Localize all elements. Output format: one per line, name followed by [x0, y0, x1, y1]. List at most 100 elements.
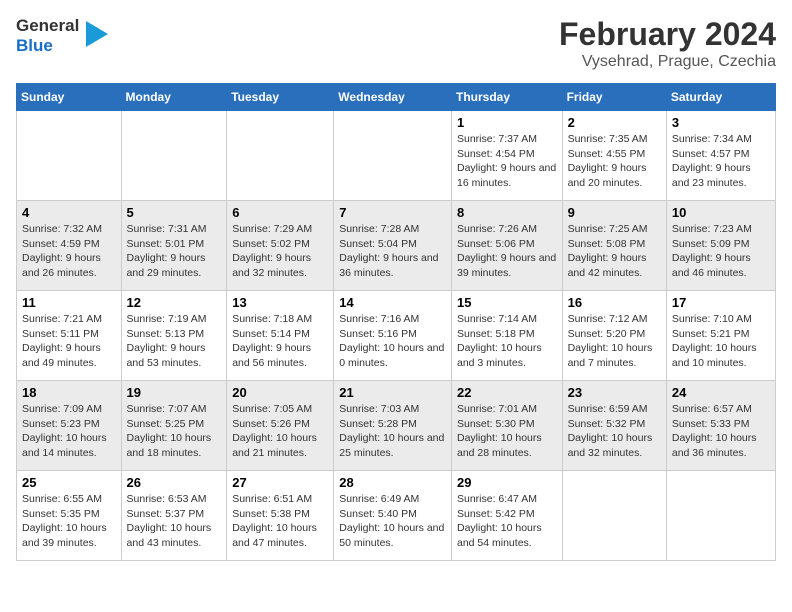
day-number: 27 [232, 475, 328, 490]
calendar-cell [17, 111, 122, 201]
calendar-cell: 22 Sunrise: 7:01 AMSunset: 5:30 PMDayligh… [451, 381, 562, 471]
calendar-week-row: 18 Sunrise: 7:09 AMSunset: 5:23 PMDayligh… [17, 381, 776, 471]
day-info: Sunrise: 6:49 AMSunset: 5:40 PMDaylight:… [339, 492, 446, 551]
day-info: Sunrise: 7:28 AMSunset: 5:04 PMDaylight:… [339, 222, 446, 281]
calendar-week-row: 25 Sunrise: 6:55 AMSunset: 5:35 PMDayligh… [17, 471, 776, 561]
day-info: Sunrise: 7:12 AMSunset: 5:20 PMDaylight:… [568, 312, 661, 371]
day-info: Sunrise: 7:05 AMSunset: 5:26 PMDaylight:… [232, 402, 328, 461]
calendar-cell: 29 Sunrise: 6:47 AMSunset: 5:42 PMDayligh… [451, 471, 562, 561]
day-number: 26 [127, 475, 222, 490]
logo-general: General [16, 16, 79, 36]
day-number: 20 [232, 385, 328, 400]
day-number: 18 [22, 385, 116, 400]
calendar-cell [334, 111, 452, 201]
day-info: Sunrise: 7:26 AMSunset: 5:06 PMDaylight:… [457, 222, 557, 281]
day-info: Sunrise: 7:03 AMSunset: 5:28 PMDaylight:… [339, 402, 446, 461]
day-info: Sunrise: 7:14 AMSunset: 5:18 PMDaylight:… [457, 312, 557, 371]
day-info: Sunrise: 7:01 AMSunset: 5:30 PMDaylight:… [457, 402, 557, 461]
day-info: Sunrise: 6:59 AMSunset: 5:32 PMDaylight:… [568, 402, 661, 461]
calendar-cell: 5Sunrise: 7:31 AMSunset: 5:01 PMDaylight… [121, 201, 227, 291]
day-number: 2 [568, 115, 661, 130]
page-subtitle: Vysehrad, Prague, Czechia [559, 53, 776, 71]
day-number: 5 [127, 205, 222, 220]
day-number: 1 [457, 115, 557, 130]
day-info: Sunrise: 7:25 AMSunset: 5:08 PMDaylight:… [568, 222, 661, 281]
calendar-cell [666, 471, 775, 561]
day-number: 10 [672, 205, 770, 220]
day-number: 3 [672, 115, 770, 130]
logo-arrow-icon [86, 21, 108, 47]
calendar-cell: 23 Sunrise: 6:59 AMSunset: 5:32 PMDayligh… [562, 381, 666, 471]
day-number: 23 [568, 385, 661, 400]
calendar-cell [562, 471, 666, 561]
calendar-table: SundayMondayTuesdayWednesdayThursdayFrid… [16, 83, 776, 561]
calendar-cell: 8 Sunrise: 7:26 AMSunset: 5:06 PMDaylight… [451, 201, 562, 291]
day-number: 13 [232, 295, 328, 310]
day-info: Sunrise: 7:07 AMSunset: 5:25 PMDaylight:… [127, 402, 222, 461]
day-number: 4 [22, 205, 116, 220]
calendar-cell: 14Sunrise: 7:16 AMSunset: 5:16 PMDayligh… [334, 291, 452, 381]
day-number: 8 [457, 205, 557, 220]
day-number: 14 [339, 295, 446, 310]
calendar-cell: 2 Sunrise: 7:35 AMSunset: 4:55 PMDaylight… [562, 111, 666, 201]
calendar-cell: 13 Sunrise: 7:18 AMSunset: 5:14 PMDayligh… [227, 291, 334, 381]
calendar-cell [121, 111, 227, 201]
calendar-week-row: 1 Sunrise: 7:37 AMSunset: 4:54 PMDaylight… [17, 111, 776, 201]
day-info: Sunrise: 7:09 AMSunset: 5:23 PMDaylight:… [22, 402, 116, 461]
day-info: Sunrise: 7:32 AMSunset: 4:59 PMDaylight:… [22, 222, 116, 281]
page-header: General Blue February 2024 Vysehrad, Pra… [16, 16, 776, 71]
day-number: 22 [457, 385, 557, 400]
day-number: 9 [568, 205, 661, 220]
calendar-cell: 4 Sunrise: 7:32 AMSunset: 4:59 PMDaylight… [17, 201, 122, 291]
weekday-header-cell: Monday [121, 84, 227, 111]
calendar-cell: 16 Sunrise: 7:12 AMSunset: 5:20 PMDayligh… [562, 291, 666, 381]
logo-blue: Blue [16, 36, 79, 56]
day-info: Sunrise: 7:35 AMSunset: 4:55 PMDaylight:… [568, 132, 661, 191]
calendar-cell: 19 Sunrise: 7:07 AMSunset: 5:25 PMDayligh… [121, 381, 227, 471]
weekday-header-cell: Sunday [17, 84, 122, 111]
calendar-cell: 18 Sunrise: 7:09 AMSunset: 5:23 PMDayligh… [17, 381, 122, 471]
calendar-cell: 3 Sunrise: 7:34 AMSunset: 4:57 PMDaylight… [666, 111, 775, 201]
day-info: Sunrise: 7:34 AMSunset: 4:57 PMDaylight:… [672, 132, 770, 191]
day-info: Sunrise: 7:18 AMSunset: 5:14 PMDaylight:… [232, 312, 328, 371]
weekday-header-cell: Friday [562, 84, 666, 111]
calendar-cell: 20 Sunrise: 7:05 AMSunset: 5:26 PMDayligh… [227, 381, 334, 471]
day-number: 16 [568, 295, 661, 310]
calendar-cell: 26Sunrise: 6:53 AMSunset: 5:37 PMDayligh… [121, 471, 227, 561]
day-info: Sunrise: 7:37 AMSunset: 4:54 PMDaylight:… [457, 132, 557, 191]
calendar-cell: 27Sunrise: 6:51 AMSunset: 5:38 PMDayligh… [227, 471, 334, 561]
title-block: February 2024 Vysehrad, Prague, Czechia [559, 16, 776, 71]
calendar-cell: 28 Sunrise: 6:49 AMSunset: 5:40 PMDayligh… [334, 471, 452, 561]
day-info: Sunrise: 6:57 AMSunset: 5:33 PMDaylight:… [672, 402, 770, 461]
logo: General Blue [16, 16, 108, 55]
day-number: 19 [127, 385, 222, 400]
calendar-week-row: 11Sunrise: 7:21 AMSunset: 5:11 PMDayligh… [17, 291, 776, 381]
day-number: 15 [457, 295, 557, 310]
day-number: 21 [339, 385, 446, 400]
calendar-cell [227, 111, 334, 201]
calendar-cell: 11Sunrise: 7:21 AMSunset: 5:11 PMDayligh… [17, 291, 122, 381]
calendar-cell: 9 Sunrise: 7:25 AMSunset: 5:08 PMDaylight… [562, 201, 666, 291]
day-info: Sunrise: 7:29 AMSunset: 5:02 PMDaylight:… [232, 222, 328, 281]
calendar-cell: 7 Sunrise: 7:28 AMSunset: 5:04 PMDaylight… [334, 201, 452, 291]
page-title: February 2024 [559, 16, 776, 53]
day-number: 17 [672, 295, 770, 310]
weekday-header-cell: Saturday [666, 84, 775, 111]
calendar-cell: 21 Sunrise: 7:03 AMSunset: 5:28 PMDayligh… [334, 381, 452, 471]
weekday-header-cell: Tuesday [227, 84, 334, 111]
day-info: Sunrise: 6:55 AMSunset: 5:35 PMDaylight:… [22, 492, 116, 551]
day-info: Sunrise: 6:47 AMSunset: 5:42 PMDaylight:… [457, 492, 557, 551]
weekday-header-cell: Thursday [451, 84, 562, 111]
day-number: 7 [339, 205, 446, 220]
day-info: Sunrise: 7:10 AMSunset: 5:21 PMDaylight:… [672, 312, 770, 371]
day-number: 6 [232, 205, 328, 220]
calendar-cell: 24Sunrise: 6:57 AMSunset: 5:33 PMDayligh… [666, 381, 775, 471]
day-info: Sunrise: 7:23 AMSunset: 5:09 PMDaylight:… [672, 222, 770, 281]
day-number: 28 [339, 475, 446, 490]
calendar-cell: 15 Sunrise: 7:14 AMSunset: 5:18 PMDayligh… [451, 291, 562, 381]
day-info: Sunrise: 7:21 AMSunset: 5:11 PMDaylight:… [22, 312, 116, 371]
day-number: 25 [22, 475, 116, 490]
day-number: 29 [457, 475, 557, 490]
calendar-cell: 25 Sunrise: 6:55 AMSunset: 5:35 PMDayligh… [17, 471, 122, 561]
calendar-week-row: 4 Sunrise: 7:32 AMSunset: 4:59 PMDaylight… [17, 201, 776, 291]
